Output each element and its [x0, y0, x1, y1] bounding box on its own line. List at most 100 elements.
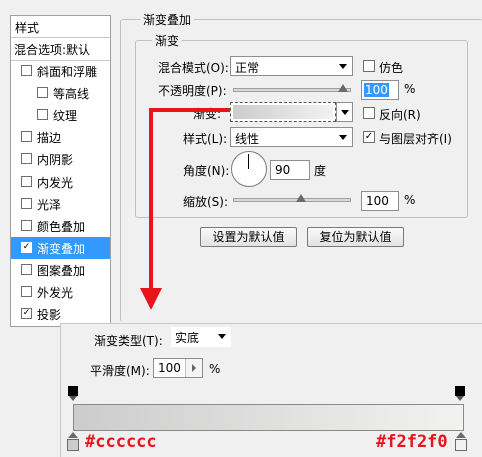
color-stop-pointer: [456, 432, 466, 438]
style-item-checkbox[interactable]: [21, 131, 32, 143]
angle-unit: 度: [314, 164, 327, 178]
color-stop-swatch: [455, 439, 467, 451]
gradient-type-value: 实底: [175, 331, 200, 345]
style-item-label: 内阴影: [37, 153, 74, 168]
scale-percent: %: [404, 193, 416, 207]
blend-options-default[interactable]: 混合选项:默认: [11, 38, 110, 61]
style-item[interactable]: 斜面和浮雕: [11, 60, 110, 82]
style-item[interactable]: ✓ 投影: [11, 303, 110, 325]
style-item-checkbox[interactable]: [21, 219, 32, 231]
gradient-dropdown-button[interactable]: [336, 102, 353, 122]
style-item-label: 纹理: [53, 109, 78, 124]
smoothness-label: 平滑度(M):: [90, 364, 150, 378]
annotation-right-color: #f2f2f0: [376, 432, 448, 452]
style-item-checkbox[interactable]: ✓: [21, 241, 32, 253]
style-item[interactable]: 内发光: [11, 171, 110, 193]
opacity-stop-right[interactable]: [455, 386, 465, 402]
opacity-stop-swatch: [455, 386, 465, 396]
gradient-type-dropdown[interactable]: 实底: [171, 327, 231, 347]
style-item-label: 外发光: [37, 286, 74, 300]
angle-dial-needle: [248, 154, 249, 169]
style-item-checkbox[interactable]: [37, 87, 48, 99]
style-item-label: 描边: [37, 131, 62, 146]
color-stop-swatch: [67, 439, 79, 451]
reverse-label: 反向(R): [379, 108, 421, 122]
style-list: 样式 混合选项:默认 斜面和浮雕等高线纹理描边内阴影内发光光泽颜色叠加 ✓ 渐变叠加…: [10, 15, 111, 327]
style-item-label: 斜面和浮雕: [37, 65, 98, 79]
style-item[interactable]: 等高线: [11, 82, 110, 104]
opacity-stop-swatch: [68, 386, 78, 396]
smoothness-stepper[interactable]: [185, 359, 202, 377]
style-item[interactable]: 描边: [11, 126, 110, 148]
annotation-left-color: #cccccc: [85, 432, 157, 452]
style-item[interactable]: 图案叠加: [11, 259, 110, 281]
opacity-slider-thumb[interactable]: [338, 84, 348, 92]
style-item[interactable]: 纹理: [11, 104, 110, 126]
style-item-label: 颜色叠加: [37, 219, 86, 234]
opacity-input[interactable]: 100: [361, 80, 399, 100]
chevron-down-icon: [341, 110, 349, 115]
style-item-label: 光泽: [37, 197, 62, 212]
gradient-swatch: [233, 105, 333, 119]
blend-mode-dropdown[interactable]: 正常: [230, 56, 353, 76]
style-item-checkbox[interactable]: [21, 263, 32, 275]
angle-input[interactable]: 90: [270, 160, 310, 180]
color-stop-right[interactable]: [455, 432, 467, 452]
style-item-checkbox[interactable]: [21, 197, 32, 209]
style-item-label: 投影: [37, 308, 62, 323]
angle-value: 90: [275, 163, 291, 177]
opacity-stop-left[interactable]: [68, 386, 78, 402]
style-list-header[interactable]: 样式: [11, 16, 110, 38]
blend-mode-value: 正常: [235, 61, 260, 75]
opacity-value: 100: [364, 83, 389, 97]
dither-checkbox[interactable]: [363, 60, 375, 72]
chevron-right-icon: [192, 364, 196, 372]
opacity-label: 不透明度(P):: [158, 84, 227, 98]
style-item-checkbox[interactable]: [21, 153, 32, 165]
align-with-layer-label: 与图层对齐(I): [379, 132, 452, 146]
blend-mode-label: 混合模式(O):: [158, 61, 229, 75]
opacity-stop-pointer: [69, 396, 77, 401]
gradient-overlay-title: 渐变叠加: [140, 11, 195, 28]
annotation-arrow-icon: [140, 108, 230, 310]
style-item-checkbox[interactable]: [37, 109, 48, 121]
opacity-slider[interactable]: [233, 88, 351, 92]
style-item-label: 图案叠加: [37, 263, 86, 278]
style-item[interactable]: 内阴影: [11, 148, 110, 170]
color-stop-left[interactable]: [67, 432, 79, 452]
reverse-checkbox[interactable]: [363, 107, 375, 119]
style-list-header-label: 样式: [15, 21, 40, 35]
chevron-down-icon: [218, 334, 226, 339]
style-item[interactable]: 颜色叠加: [11, 215, 110, 237]
style-item-checkbox[interactable]: [21, 65, 32, 76]
gradient-bar[interactable]: [73, 404, 464, 431]
style-item[interactable]: 外发光: [11, 281, 110, 303]
style-item-label: 等高线: [53, 87, 90, 102]
style-item-checkbox[interactable]: ✓: [21, 308, 32, 320]
gradient-subgroup-title: 渐变: [152, 32, 183, 49]
blend-options-label: 混合选项:默认: [14, 43, 91, 57]
style-item-checkbox[interactable]: [21, 286, 32, 297]
style-dropdown[interactable]: 线性: [230, 127, 353, 147]
chevron-down-icon: [339, 135, 347, 140]
align-with-layer-checkbox[interactable]: ✓: [363, 131, 375, 143]
style-item[interactable]: 光泽: [11, 193, 110, 215]
style-item-checkbox[interactable]: [21, 175, 32, 187]
smoothness-value: 100: [158, 361, 181, 375]
gradient-preview[interactable]: [230, 102, 336, 122]
smoothness-unit: %: [209, 362, 221, 376]
opacity-stop-pointer: [456, 396, 464, 401]
scale-input[interactable]: 100: [361, 191, 399, 211]
opacity-percent: %: [404, 82, 416, 96]
chevron-down-icon: [339, 64, 347, 69]
smoothness-input[interactable]: 100: [153, 358, 203, 378]
style-item-label: 渐变叠加: [37, 241, 86, 256]
gradient-type-label: 渐变类型(T):: [94, 334, 163, 348]
style-item[interactable]: ✓ 渐变叠加: [11, 236, 110, 259]
scale-slider-thumb[interactable]: [296, 194, 306, 202]
reset-default-button[interactable]: 复位为默认值: [307, 227, 404, 247]
dither-label: 仿色: [379, 61, 404, 75]
scale-slider[interactable]: [233, 198, 351, 202]
style-item-label: 内发光: [37, 175, 74, 190]
scale-value: 100: [366, 194, 389, 208]
